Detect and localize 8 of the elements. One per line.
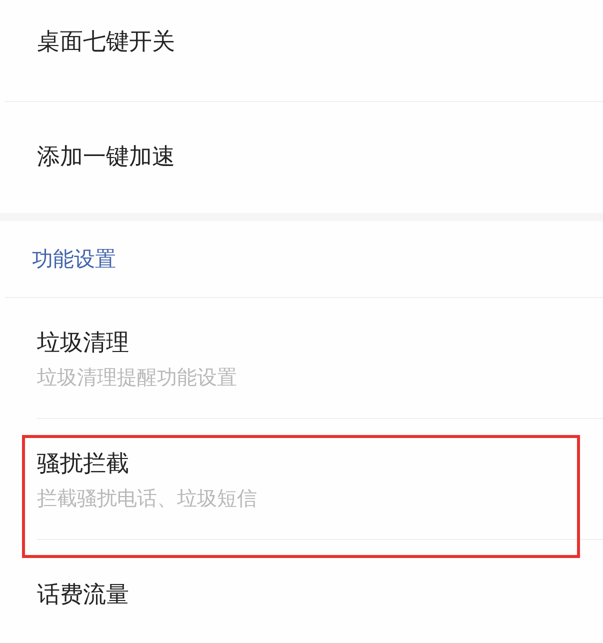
setting-title[interactable]: 桌面七键开关: [37, 27, 175, 57]
setting-title[interactable]: 话费流量: [37, 580, 129, 610]
setting-description: 拦截骚扰电话、垃圾短信: [37, 485, 257, 512]
setting-title[interactable]: 添加一键加速: [37, 142, 175, 172]
setting-title[interactable]: 骚扰拦截: [37, 449, 129, 479]
setting-title[interactable]: 垃圾清理: [37, 328, 129, 358]
setting-description: 垃圾清理提醒功能设置: [37, 364, 237, 391]
section-header: 功能设置: [32, 246, 116, 273]
